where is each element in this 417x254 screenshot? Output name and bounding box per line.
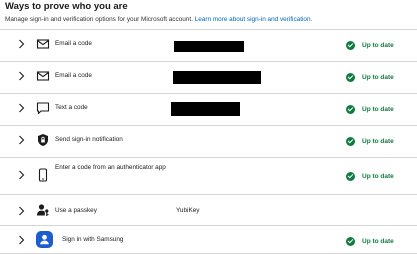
- method-row-authenticator[interactable]: Enter a code from an authenticator app U…: [0, 157, 417, 194]
- method-row-passkey[interactable]: Use a passkey YubiKey: [0, 194, 417, 225]
- section-header: Ways to prove who you are Manage sign-in…: [0, 0, 417, 29]
- method-label: Email a code: [55, 40, 92, 47]
- redacted-value: [174, 41, 244, 52]
- status-badge: Up to date: [346, 104, 394, 114]
- method-value: YubiKey: [176, 207, 200, 214]
- status-badge: Up to date: [346, 171, 394, 181]
- method-row-email-1[interactable]: Email a code Up to date: [0, 29, 417, 60]
- envelope-icon: [36, 71, 50, 81]
- envelope-icon: [36, 39, 50, 49]
- check-circle-icon: [346, 171, 355, 181]
- method-row-notification[interactable]: Send sign-in notification Up to date: [0, 125, 417, 156]
- samsung-icon: [36, 231, 53, 248]
- redacted-value: [173, 71, 261, 84]
- method-label: Use a passkey: [55, 207, 97, 214]
- method-label: Email a code: [55, 72, 92, 79]
- method-label: Enter a code from an authenticator app: [55, 164, 166, 171]
- chevron-right-icon[interactable]: [18, 135, 25, 145]
- check-circle-icon: [346, 136, 355, 146]
- method-label: Text a code: [55, 104, 88, 111]
- chevron-right-icon[interactable]: [18, 235, 25, 245]
- check-circle-icon: [346, 104, 355, 114]
- chevron-right-icon[interactable]: [18, 206, 25, 216]
- redacted-value: [171, 102, 240, 116]
- check-circle-icon: [346, 40, 355, 50]
- chevron-right-icon[interactable]: [18, 39, 25, 49]
- shield-lock-icon: [38, 134, 48, 146]
- status-badge: Up to date: [346, 40, 394, 50]
- person-key-icon: [37, 204, 49, 216]
- method-row-email-2[interactable]: Email a code Up to date: [0, 61, 417, 92]
- status-badge: Up to date: [346, 136, 394, 146]
- method-row-text[interactable]: Text a code Up to date: [0, 93, 417, 124]
- chevron-right-icon[interactable]: [18, 71, 25, 81]
- status-badge: Up to date: [346, 72, 394, 82]
- status-badge: Up to date: [346, 236, 394, 246]
- chevron-right-icon[interactable]: [18, 103, 25, 113]
- chat-bubble-icon: [36, 102, 50, 115]
- method-label: Sign in with Samsung: [62, 236, 124, 243]
- page-title: Ways to prove who you are: [5, 1, 128, 12]
- learn-more-link[interactable]: Learn more about sign-in and verificatio…: [195, 16, 313, 23]
- check-circle-icon: [346, 236, 355, 246]
- check-circle-icon: [346, 72, 355, 82]
- chevron-right-icon[interactable]: [18, 170, 25, 180]
- subtitle-text: Manage sign-in and verification options …: [5, 16, 193, 23]
- page-subtitle: Manage sign-in and verification options …: [5, 16, 312, 23]
- method-label: Send sign-in notification: [55, 136, 123, 143]
- phone-icon: [38, 168, 48, 182]
